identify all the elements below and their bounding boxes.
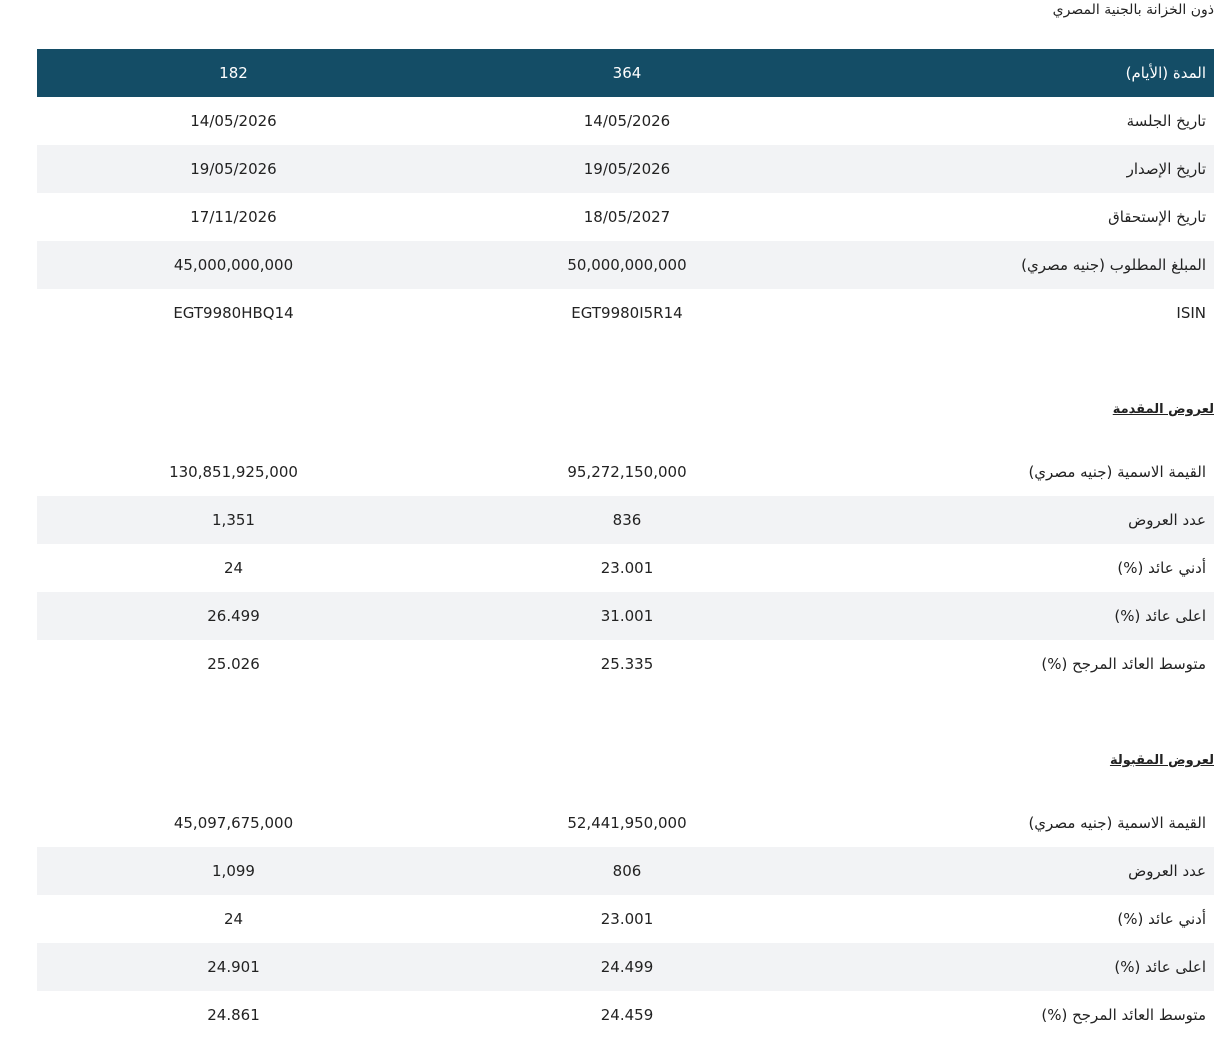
auction-info-table: 182 364 المدة (الأيام) 14/05/2026 14/05/… <box>37 49 1214 337</box>
cell-182: 130,851,925,000 <box>169 463 298 481</box>
cell-182: 24 <box>223 559 244 577</box>
cell-182: 45,000,000,000 <box>37 241 430 289</box>
table-row: 25.026 25.335 متوسط العائد المرجح (%) <box>37 640 1214 688</box>
submitted-bids-heading: لعروض المقدمة <box>1112 402 1214 417</box>
cell-364: EGT9980I5R14 <box>571 304 683 322</box>
cell-182: 14/05/2026 <box>190 112 277 130</box>
cell-182: 17/11/2026 <box>190 208 277 226</box>
cell-364: 24.499 <box>430 943 824 991</box>
table-row: 24 23.001 أدني عائد (%) <box>37 895 1214 943</box>
row-label: القيمة الاسمية (جنيه مصري) <box>1028 814 1206 832</box>
table-row: 45,000,000,000 50,000,000,000 المبلغ الم… <box>37 241 1214 289</box>
row-label: تاريخ الجلسة <box>1126 112 1206 130</box>
cell-182: 24 <box>223 910 244 928</box>
row-label: تاريخ الإصدار <box>824 145 1214 193</box>
table-row: 24.901 24.499 اعلى عائد (%) <box>37 943 1214 991</box>
cell-182: 24.901 <box>37 943 430 991</box>
row-label: تاريخ الإستحقاق <box>1108 208 1206 226</box>
cell-364: 23.001 <box>600 559 654 577</box>
cell-182: 1,099 <box>37 847 430 895</box>
cell-364: 19/05/2026 <box>430 145 824 193</box>
table-row: 24 23.001 أدني عائد (%) <box>37 544 1214 592</box>
submitted-bids-table: 130,851,925,000 95,272,150,000 القيمة ال… <box>37 448 1214 688</box>
row-label: أدني عائد (%) <box>1117 910 1206 928</box>
row-label: عدد العروض <box>824 847 1214 895</box>
table-row: 130,851,925,000 95,272,150,000 القيمة ال… <box>37 448 1214 496</box>
table-row: 19/05/2026 19/05/2026 تاريخ الإصدار <box>37 145 1214 193</box>
cell-182: EGT9980HBQ14 <box>173 304 294 322</box>
cell-182: 45,097,675,000 <box>173 814 294 832</box>
cell-182: 26.499 <box>37 592 430 640</box>
row-label: متوسط العائد المرجح (%) <box>1041 655 1206 673</box>
header-label: المدة (الأيام) <box>824 49 1214 97</box>
row-label: القيمة الاسمية (جنيه مصري) <box>1028 463 1206 481</box>
header-days-364: 364 <box>430 49 824 97</box>
cell-364: 31.001 <box>430 592 824 640</box>
cell-364: 18/05/2027 <box>583 208 671 226</box>
cell-364: 52,441,950,000 <box>567 814 687 832</box>
row-label: ISIN <box>1176 304 1206 322</box>
cell-364: 836 <box>430 496 824 544</box>
table-header-row: 182 364 المدة (الأيام) <box>37 49 1214 97</box>
page: ذون الخزانة بالجنية المصري 182 364 المدة… <box>0 0 1214 1045</box>
cell-182: 1,351 <box>37 496 430 544</box>
cell-364: 23.001 <box>600 910 654 928</box>
row-label: متوسط العائد المرجح (%) <box>1041 1006 1206 1024</box>
row-label: المبلغ المطلوب (جنيه مصري) <box>824 241 1214 289</box>
accepted-bids-table: 45,097,675,000 52,441,950,000 القيمة الا… <box>37 799 1214 1039</box>
cell-364: 50,000,000,000 <box>430 241 824 289</box>
row-label: اعلى عائد (%) <box>824 592 1214 640</box>
table-row: 1,351 836 عدد العروض <box>37 496 1214 544</box>
cell-182: 19/05/2026 <box>37 145 430 193</box>
cell-364: 95,272,150,000 <box>567 463 687 481</box>
table-row: EGT9980HBQ14 EGT9980I5R14 ISIN <box>37 289 1214 337</box>
cell-364: 25.335 <box>600 655 654 673</box>
cell-364: 24.459 <box>600 1006 654 1024</box>
header-days-182: 182 <box>37 49 430 97</box>
table-row: 26.499 31.001 اعلى عائد (%) <box>37 592 1214 640</box>
page-title: ذون الخزانة بالجنية المصري <box>1052 2 1214 18</box>
row-label: عدد العروض <box>824 496 1214 544</box>
row-label: أدني عائد (%) <box>1117 559 1206 577</box>
table-row: 45,097,675,000 52,441,950,000 القيمة الا… <box>37 799 1214 847</box>
table-row: 17/11/2026 18/05/2027 تاريخ الإستحقاق <box>37 193 1214 241</box>
row-label: اعلى عائد (%) <box>824 943 1214 991</box>
cell-182: 25.026 <box>207 655 260 673</box>
table-row: 14/05/2026 14/05/2026 تاريخ الجلسة <box>37 97 1214 145</box>
cell-364: 806 <box>430 847 824 895</box>
table-row: 1,099 806 عدد العروض <box>37 847 1214 895</box>
accepted-bids-heading: لعروض المقبولة <box>1109 753 1214 768</box>
cell-182: 24.861 <box>207 1006 260 1024</box>
table-row: 24.861 24.459 متوسط العائد المرجح (%) <box>37 991 1214 1039</box>
cell-364: 14/05/2026 <box>583 112 671 130</box>
